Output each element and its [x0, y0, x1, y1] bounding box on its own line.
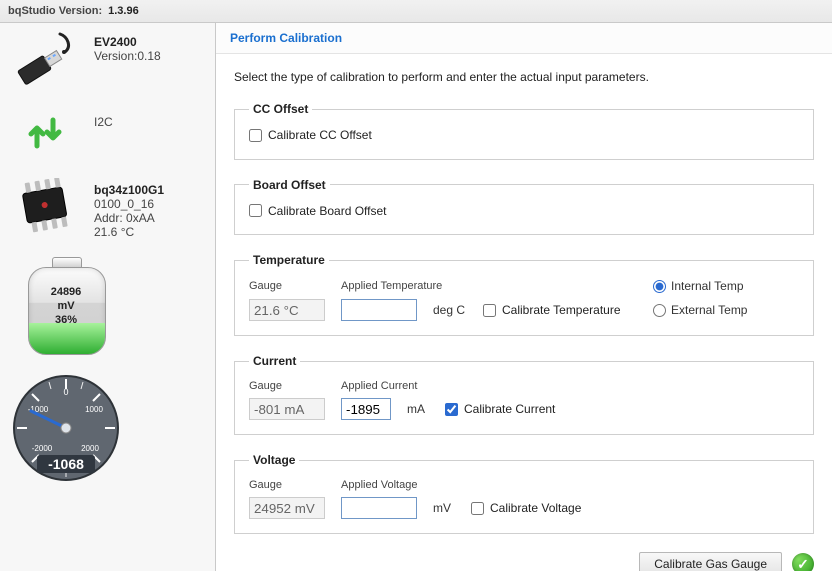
sidebar-battery: 24896 mV 36% — [6, 257, 126, 355]
legend-board-offset: Board Offset — [249, 178, 330, 192]
legend-temperature: Temperature — [249, 253, 329, 267]
chip-icon — [6, 179, 84, 235]
checkbox-calibrate-board-offset-input[interactable] — [249, 204, 262, 217]
checkbox-calibrate-board-offset-label: Calibrate Board Offset — [268, 204, 387, 218]
current-gauge-header: Gauge — [249, 380, 331, 392]
checkbox-calibrate-current-label: Calibrate Current — [464, 402, 555, 416]
fieldset-voltage: Voltage Gauge Applied Voltage mV Calibra… — [234, 453, 814, 534]
checkbox-calibrate-cc-offset-label: Calibrate CC Offset — [268, 128, 372, 142]
radio-external-temp-input[interactable] — [653, 304, 666, 317]
voltage-applied-header: Applied Voltage — [341, 479, 631, 491]
sidebar-current-gauge: 0 1000 -1000 2000 -2000 -1068 — [6, 373, 126, 483]
app-version-label: bqStudio Version: — [8, 5, 102, 17]
radio-external-temp[interactable]: External Temp — [653, 303, 773, 317]
legend-voltage: Voltage — [249, 453, 299, 467]
battery-icon: 24896 mV 36% — [24, 257, 108, 355]
checkbox-calibrate-cc-offset-input[interactable] — [249, 129, 262, 142]
bus-arrows-icon — [6, 105, 84, 161]
chip-id: 0100_0_16 — [94, 197, 164, 211]
battery-pct: 36% — [45, 313, 87, 327]
fieldset-cc-offset: CC Offset Calibrate CC Offset — [234, 102, 814, 160]
chip-addr: Addr: 0xAA — [94, 211, 164, 225]
current-applied-header: Applied Current — [341, 380, 605, 392]
voltage-applied-input[interactable] — [341, 497, 417, 519]
panel-title: Perform Calibration — [216, 23, 832, 54]
checkmark-icon: ✓ — [792, 553, 814, 571]
gauge-label-n1000: -1000 — [28, 405, 49, 414]
temperature-applied-input[interactable] — [341, 299, 417, 321]
calibrate-button[interactable]: Calibrate Gas Gauge — [639, 552, 782, 571]
main-panel: Perform Calibration Select the type of c… — [216, 23, 832, 571]
voltage-unit: mV — [433, 501, 461, 515]
radio-internal-temp[interactable]: Internal Temp — [653, 279, 773, 293]
adapter-title: EV2400 — [94, 35, 161, 49]
voltage-gauge-value — [249, 497, 325, 519]
legend-cc-offset: CC Offset — [249, 102, 312, 116]
battery-mv: 24896 mV — [45, 285, 87, 313]
current-unit: mA — [407, 402, 435, 416]
chip-title: bq34z100G1 — [94, 183, 164, 197]
adapter-version: Version:0.18 — [94, 49, 161, 63]
checkbox-calibrate-temperature[interactable]: Calibrate Temperature — [483, 303, 643, 317]
gauge-label-n2000: -2000 — [32, 444, 53, 453]
voltage-gauge-header: Gauge — [249, 479, 331, 491]
checkbox-calibrate-temperature-input[interactable] — [483, 304, 496, 317]
temperature-gauge-header: Gauge — [249, 280, 331, 292]
temperature-gauge-value — [249, 299, 325, 321]
temperature-applied-header: Applied Temperature — [341, 280, 473, 292]
temperature-unit: deg C — [433, 303, 473, 317]
sidebar: EV2400 Version:0.18 I2C — [0, 23, 216, 571]
fieldset-temperature: Temperature Gauge Applied Temperature In… — [234, 253, 814, 336]
sidebar-adapter: EV2400 Version:0.18 — [6, 31, 209, 87]
checkbox-calibrate-current[interactable]: Calibrate Current — [445, 402, 605, 416]
fieldset-current: Current Gauge Applied Current mA Calibra… — [234, 354, 814, 435]
panel-intro: Select the type of calibration to perfor… — [234, 70, 814, 84]
sidebar-chip: bq34z100G1 0100_0_16 Addr: 0xAA 21.6 °C — [6, 179, 209, 239]
bus-label: I2C — [94, 109, 113, 129]
checkbox-calibrate-current-input[interactable] — [445, 403, 458, 416]
radio-internal-temp-input[interactable] — [653, 280, 666, 293]
current-applied-input[interactable] — [341, 398, 391, 420]
gauge-reading: -1068 — [48, 456, 84, 472]
chip-temp: 21.6 °C — [94, 225, 164, 239]
checkbox-calibrate-voltage-input[interactable] — [471, 502, 484, 515]
radio-external-temp-label: External Temp — [671, 303, 747, 317]
checkbox-calibrate-temperature-label: Calibrate Temperature — [502, 303, 621, 317]
checkbox-calibrate-board-offset[interactable]: Calibrate Board Offset — [249, 204, 387, 218]
sidebar-bus: I2C — [6, 105, 209, 161]
gauge-label-p1000: 1000 — [85, 405, 103, 414]
legend-current: Current — [249, 354, 300, 368]
checkbox-calibrate-cc-offset[interactable]: Calibrate CC Offset — [249, 128, 372, 142]
fieldset-board-offset: Board Offset Calibrate Board Offset — [234, 178, 814, 236]
checkbox-calibrate-voltage-label: Calibrate Voltage — [490, 501, 581, 515]
app-version-value: 1.3.96 — [108, 5, 139, 17]
gauge-label-0: 0 — [63, 387, 68, 397]
usb-adapter-icon — [6, 31, 84, 87]
gauge-label-p2000: 2000 — [81, 444, 99, 453]
radio-internal-temp-label: Internal Temp — [671, 279, 744, 293]
checkbox-calibrate-voltage[interactable]: Calibrate Voltage — [471, 501, 631, 515]
current-gauge-value — [249, 398, 325, 420]
top-bar: bqStudio Version: 1.3.96 — [0, 0, 832, 23]
